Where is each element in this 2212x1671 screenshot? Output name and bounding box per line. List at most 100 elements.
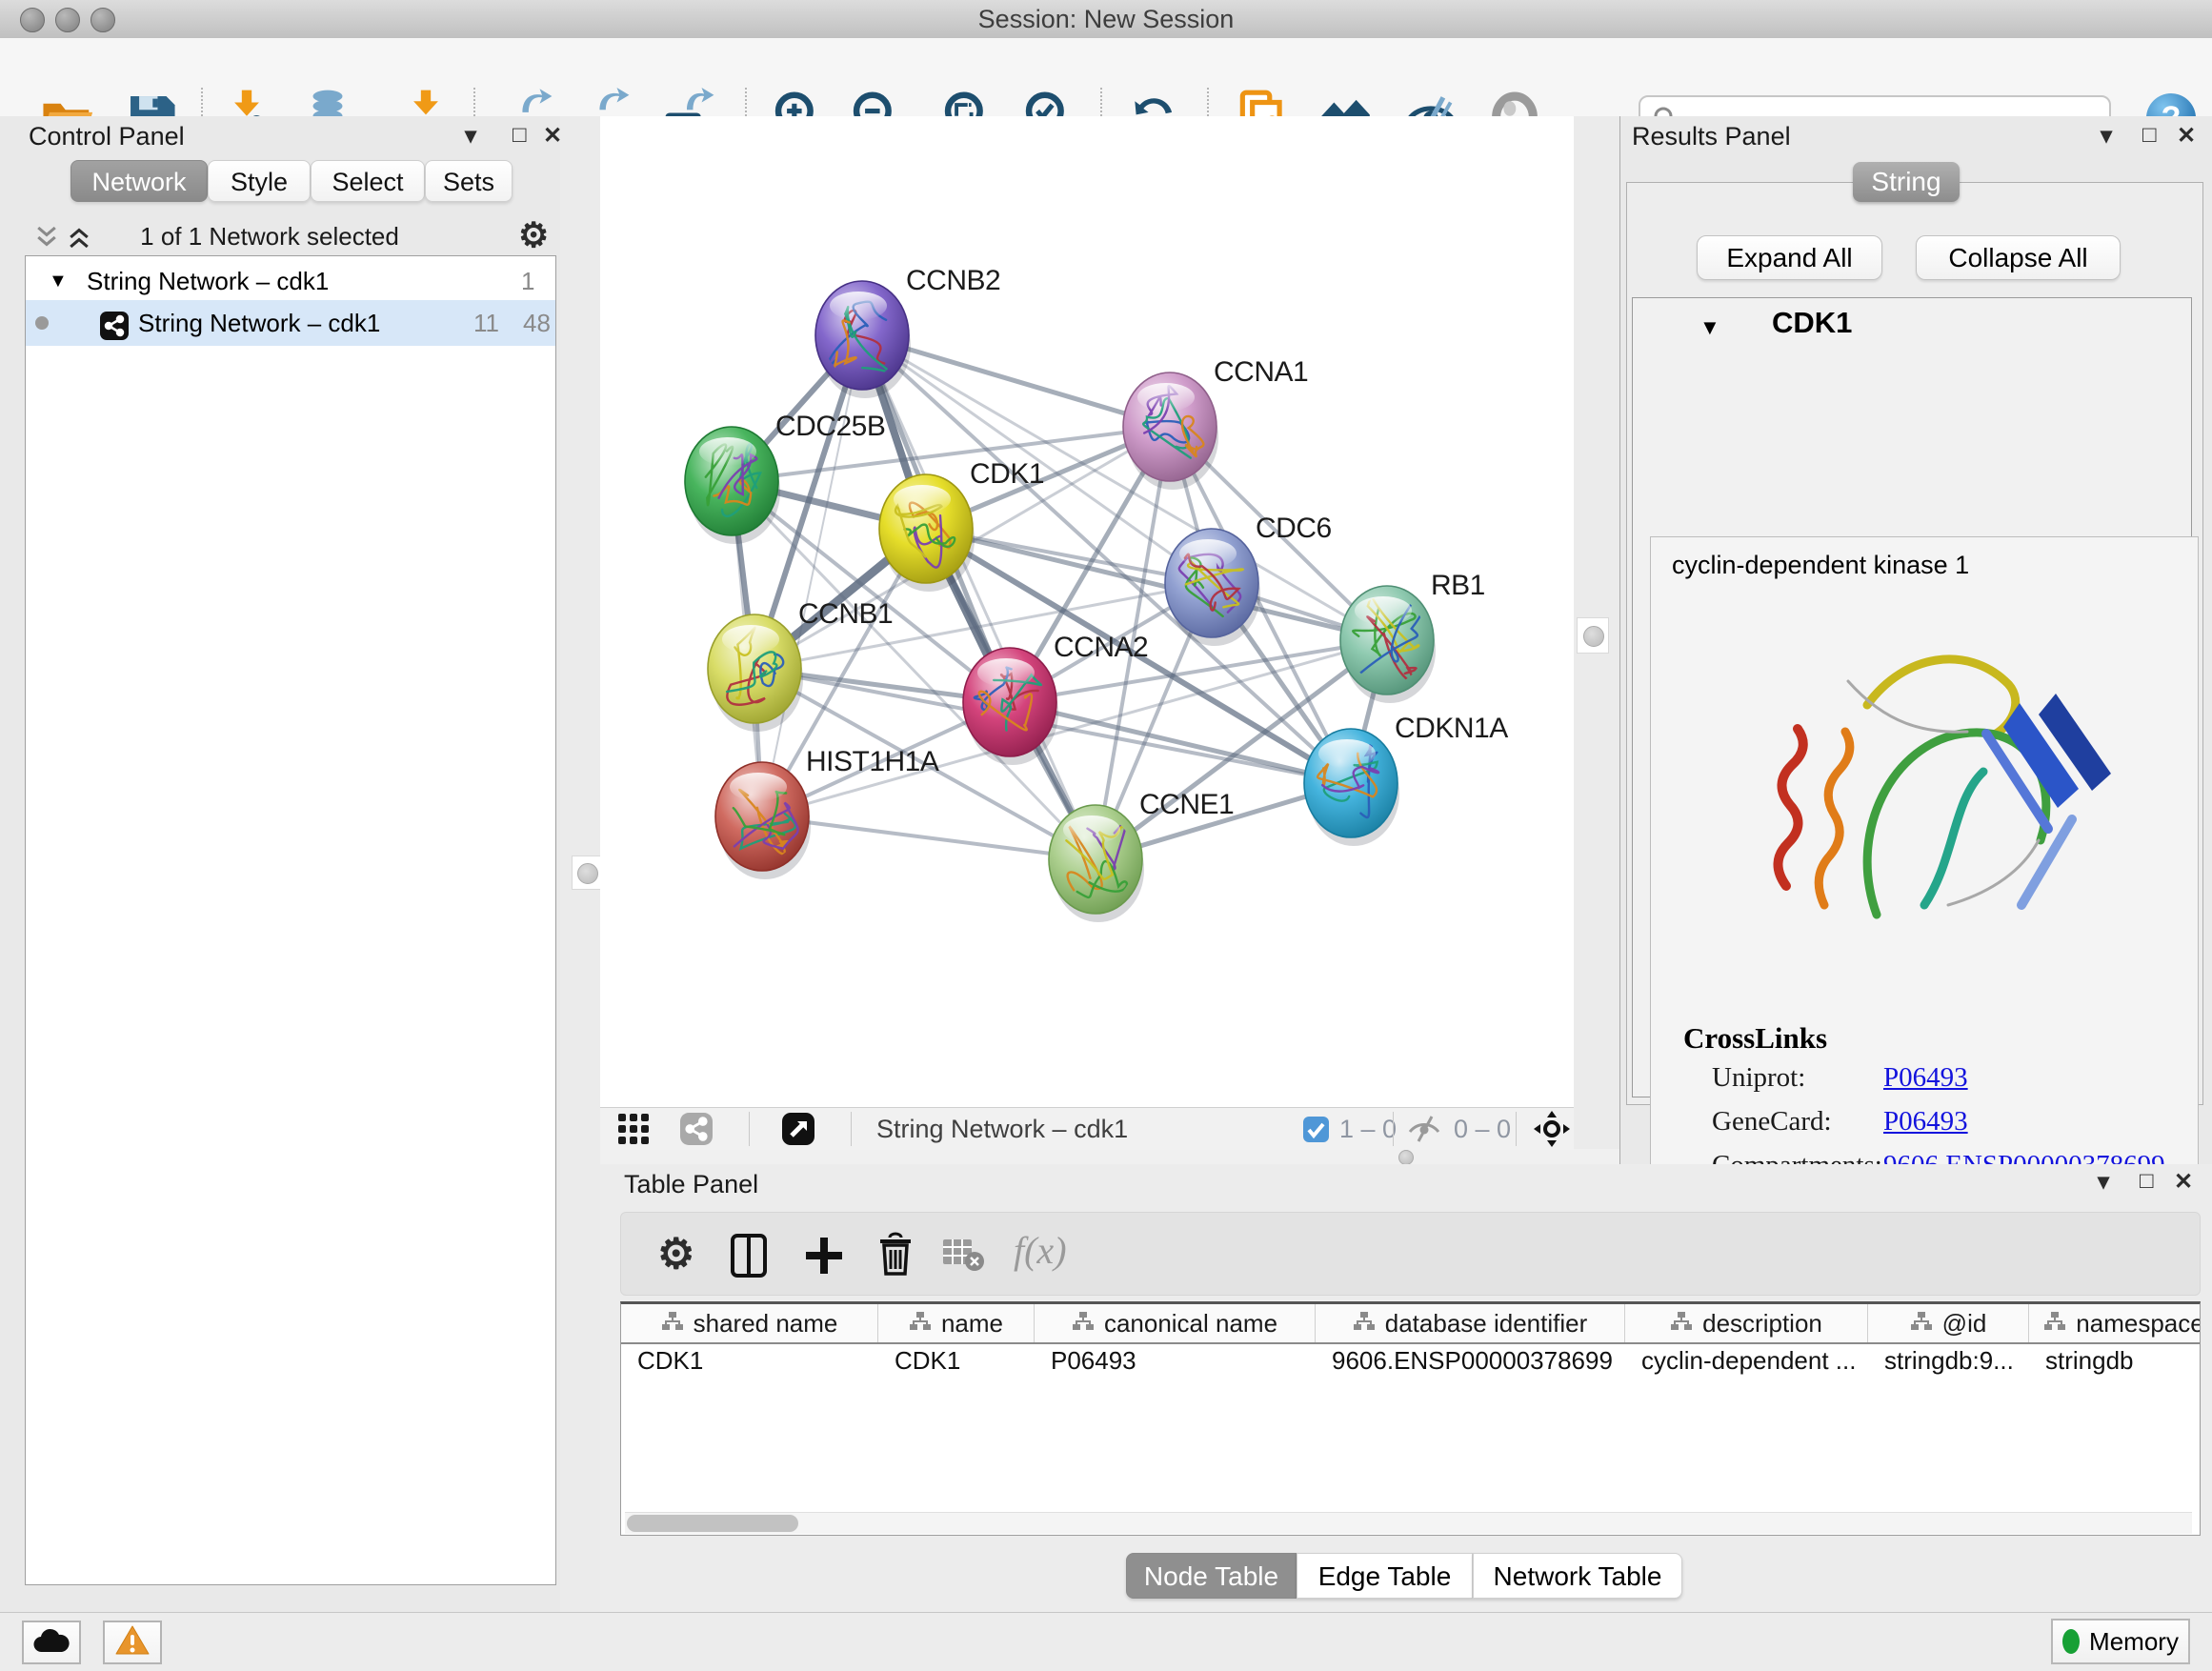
tab-node-table[interactable]: Node Table (1126, 1553, 1297, 1599)
column-header-shared-name[interactable]: shared name (621, 1304, 878, 1342)
status-bar: Memory (0, 1612, 2212, 1671)
tree-expander-icon[interactable]: ▼ (1699, 315, 1720, 340)
network-options-gear-icon[interactable]: ⚙ (518, 215, 549, 255)
network-collection-label: String Network – cdk1 (87, 264, 329, 298)
column-header-name[interactable]: name (878, 1304, 1035, 1342)
control-panel-title: Control Panel (29, 122, 185, 151)
delete-table-icon[interactable] (943, 1239, 985, 1277)
hidden-eye-slash-icon[interactable] (1406, 1115, 1442, 1148)
network-edge-count: 48 (523, 300, 551, 346)
table-row[interactable]: CDK1CDK1P064939606.ENSP00000378699cyclin… (621, 1344, 2201, 1377)
birds-eye-view-icon[interactable] (781, 1112, 815, 1151)
title-bar: Session: New Session (0, 0, 2212, 39)
crosslink-link[interactable]: P06493 (1883, 1099, 1968, 1143)
network-view-toolbar: String Network – cdk1 1 – 0 0 – 0 (600, 1107, 1574, 1150)
table-options-gear-icon[interactable]: ⚙ (657, 1230, 694, 1278)
network-node-ccnb1[interactable]: CCNB1 (708, 598, 893, 732)
table-cell[interactable]: stringdb (2029, 1344, 2201, 1377)
node-label: HIST1H1A (806, 746, 939, 777)
column-type-icon (2043, 1309, 2066, 1339)
collection-count: 1 (521, 264, 534, 298)
panel-collapse-icon[interactable]: ▾ (465, 122, 476, 150)
column-header-canonical-name[interactable]: canonical name (1035, 1304, 1316, 1342)
tab-network-table[interactable]: Network Table (1473, 1553, 1682, 1599)
selected-checkbox-icon[interactable] (1303, 1117, 1329, 1147)
panel-close-icon[interactable]: ✕ (2174, 1168, 2193, 1196)
tab-sets[interactable]: Sets (425, 160, 513, 202)
expand-all-button[interactable]: Expand All (1697, 235, 1882, 280)
panel-float-icon[interactable]: □ (2140, 1168, 2154, 1195)
statusbar-separator (1516, 1112, 1517, 1146)
network-node-ccna2[interactable]: CCNA2 (963, 632, 1148, 765)
panel-collapse-icon[interactable]: ▾ (2098, 1168, 2109, 1196)
network-row-selected[interactable]: String Network – cdk1 11 48 (26, 300, 555, 346)
scrollbar-thumb[interactable] (627, 1515, 798, 1532)
network-node-cdk1[interactable]: CDK1 (879, 458, 1044, 592)
splitter-handle[interactable] (1398, 1150, 1414, 1165)
tab-edge-table[interactable]: Edge Table (1297, 1553, 1473, 1599)
panel-float-icon[interactable]: □ (513, 122, 527, 149)
fit-crosshair-icon[interactable] (1533, 1110, 1571, 1153)
column-header-namespace[interactable]: namespace (2029, 1304, 2201, 1342)
splitter-handle[interactable] (572, 856, 602, 890)
share-network-icon[interactable] (680, 1113, 713, 1150)
table-cell[interactable]: stringdb:9... (1868, 1344, 2029, 1377)
column-header-description[interactable]: description (1625, 1304, 1868, 1342)
node-label: CDKN1A (1395, 713, 1508, 744)
network-node-hist1h1a[interactable]: HIST1H1A (715, 746, 939, 879)
network-collection-row[interactable]: ▼ String Network – cdk1 1 (26, 264, 555, 298)
string-app-icon (100, 309, 129, 354)
network-node-count: 11 (473, 300, 499, 346)
tab-string[interactable]: String (1853, 162, 1960, 202)
tree-expander-icon[interactable]: ▼ (49, 264, 68, 298)
tab-network[interactable]: Network (70, 160, 208, 202)
cloud-status-button[interactable] (22, 1621, 81, 1664)
network-node-cdc6[interactable]: CDC6 (1165, 513, 1332, 646)
function-builder-icon[interactable]: f(x) (1014, 1228, 1067, 1273)
horizontal-scrollbar[interactable] (625, 1512, 2192, 1534)
network-node-ccne1[interactable]: CCNE1 (1049, 789, 1234, 922)
memory-button[interactable]: Memory (2051, 1619, 2190, 1664)
table-cell[interactable]: CDK1 (878, 1344, 1035, 1377)
statusbar-separator (851, 1112, 852, 1146)
crosslink-link[interactable]: P06493 (1883, 1056, 1968, 1099)
network-edge-CCNA2-CDKN1A[interactable] (1010, 702, 1351, 783)
panel-collapse-icon[interactable]: ▾ (2101, 122, 2112, 150)
network-edge-CCNB2-HIST1H1A[interactable] (762, 335, 862, 816)
tab-select[interactable]: Select (311, 160, 425, 202)
collapse-all-button[interactable]: Collapse All (1916, 235, 2121, 280)
column-header-database-identifier[interactable]: database identifier (1316, 1304, 1625, 1342)
hidden-counts: 0 – 0 (1454, 1108, 1511, 1150)
results-panel: Results Panel ▾ □ ✕ String Expand All Co… (1619, 116, 2212, 1164)
results-panel-title: Results Panel (1632, 122, 1791, 151)
tab-style[interactable]: Style (208, 160, 311, 202)
network-view-canvas[interactable]: CCNB2CCNA1CDC25BCDK1CDC6RB1CCNB1CCNA2CDK… (600, 116, 1574, 1107)
table-cell[interactable]: CDK1 (621, 1344, 878, 1377)
column-type-icon (661, 1309, 684, 1339)
network-node-cdkn1a[interactable]: CDKN1A (1304, 713, 1508, 846)
network-edge-HIST1H1A-CCNE1[interactable] (762, 816, 1096, 859)
column-header-label: canonical name (1104, 1309, 1277, 1339)
column-type-icon (1670, 1309, 1693, 1339)
network-edge-CCNB2-CCNE1[interactable] (862, 335, 1096, 859)
grid-view-icon[interactable] (617, 1113, 650, 1150)
show-columns-icon[interactable] (729, 1234, 769, 1282)
network-view-dot-icon (35, 316, 49, 330)
collapse-all-networks-icon[interactable] (32, 223, 61, 256)
panel-close-icon[interactable]: ✕ (2177, 122, 2196, 150)
delete-column-trash-icon[interactable] (876, 1232, 915, 1282)
splitter-handle[interactable] (1577, 617, 1609, 654)
column-header--id[interactable]: @id (1868, 1304, 2029, 1342)
expand-all-networks-icon[interactable] (65, 223, 93, 256)
left-splitter[interactable] (560, 116, 600, 1612)
panel-float-icon[interactable]: □ (2142, 122, 2157, 149)
warnings-button[interactable] (103, 1621, 162, 1664)
table-cell[interactable]: cyclin-dependent ... (1625, 1344, 1868, 1377)
table-cell[interactable]: 9606.ENSP00000378699 (1316, 1344, 1625, 1377)
crosslink-row: Uniprot:P06493 (1651, 1056, 2198, 1099)
network-node-rb1[interactable]: RB1 (1340, 570, 1485, 703)
column-header-label: database identifier (1385, 1309, 1587, 1339)
right-splitter[interactable] (1574, 116, 1619, 1164)
add-column-plus-icon[interactable] (804, 1234, 844, 1282)
table-cell[interactable]: P06493 (1035, 1344, 1316, 1377)
